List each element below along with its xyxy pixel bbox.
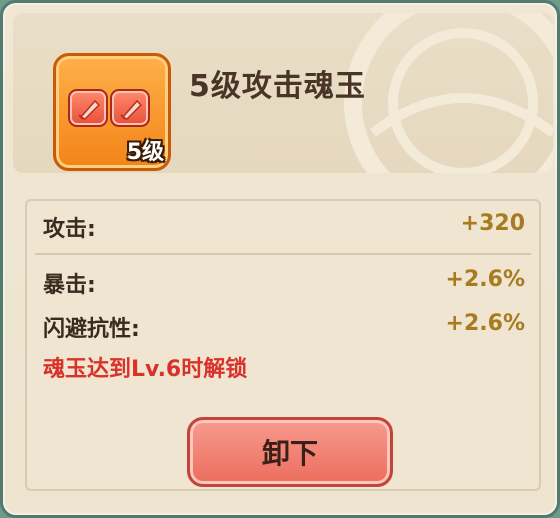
stat-label: 闪避抗性:: [43, 317, 140, 342]
unlock-requirement: 魂玉达到Lv.6时解锁: [43, 357, 248, 382]
gem-icon: [68, 89, 108, 127]
stats-box: 攻击: +320 暴击: +2.6% 闪避抗性: +2.6% 魂玉达到Lv.6时…: [25, 199, 541, 491]
stat-label: 暴击:: [43, 273, 96, 298]
stat-row-crit: 暴击: +2.6%: [43, 263, 529, 298]
stat-label: 攻击:: [43, 217, 96, 242]
item-detail-panel: 5级 5级攻击魂玉 攻击: +320 暴击: +2.6% 闪避抗性: +2.6%…: [0, 0, 560, 518]
soul-jade-icon: 5级: [53, 53, 171, 171]
divider: [35, 253, 531, 255]
stat-row-attack: 攻击: +320: [43, 207, 529, 242]
stat-value: +2.6%: [445, 267, 525, 292]
stat-value: +320: [460, 211, 525, 236]
item-header: 5级 5级攻击魂玉: [13, 13, 553, 173]
stat-value: +2.6%: [445, 311, 525, 336]
item-title: 5级攻击魂玉: [189, 69, 366, 104]
decorative-emblem-icon: [344, 13, 553, 173]
unequip-button[interactable]: 卸下: [187, 417, 393, 487]
level-badge: 5级: [126, 140, 164, 165]
gem-icon: [110, 89, 150, 127]
stat-row-dodge-resist: 闪避抗性: +2.6%: [43, 307, 529, 342]
